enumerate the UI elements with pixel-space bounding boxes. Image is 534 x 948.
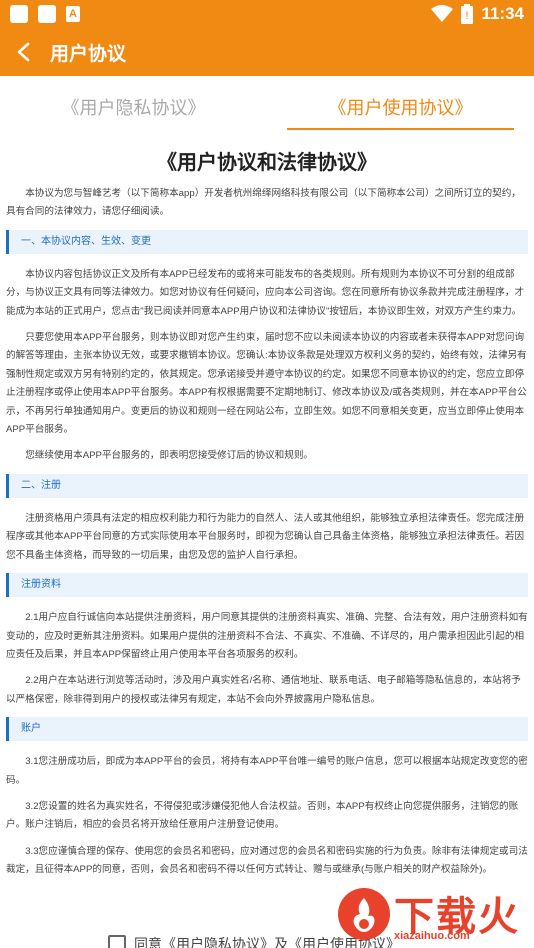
notification-square-icon: [38, 5, 56, 23]
svg-text:!: !: [466, 10, 469, 22]
watermark-logo-icon: [338, 888, 390, 940]
back-button[interactable]: [0, 28, 48, 76]
battery-icon: !: [461, 4, 474, 24]
paragraph: 3.2您设置的姓名为真实姓名，不得侵犯或涉嫌侵犯他人合法权益。否则，本APP有权…: [6, 800, 519, 831]
page-title: 用户协议: [50, 43, 127, 65]
intro-paragraph: 本协议为您与智峰艺考（以下简称本app）开发者杭州绵绎网络科技有限公司（以下简称…: [6, 188, 521, 218]
section-heading: 二、注册: [6, 473, 528, 498]
agreement-content[interactable]: 《用户协议和法律协议》 本协议为您与智峰艺考（以下简称本app）开发者杭州绵绎网…: [0, 130, 534, 948]
paragraph: 只要您使用本APP平台服务，则本协议即对您产生约束，届时您不应以未阅读本协议的内…: [6, 332, 527, 436]
section-heading: 注册资料: [6, 573, 528, 598]
tab-privacy-agreement[interactable]: 《用户隐私协议》: [0, 76, 267, 130]
paragraph: 本协议内容包括协议正文及所有本APP已经发布的或将来可能发布的各类规则。所有规则…: [6, 268, 525, 317]
tab-bar: 《用户隐私协议》 《用户使用协议》: [0, 76, 534, 130]
paragraph: 3.1您注册成功后，即成为本APP平台的会员，将持有本APP平台唯一编号的账户信…: [6, 756, 528, 786]
watermark-url: xiazaihuo.com: [394, 930, 470, 942]
section-heading: 一、本协议内容、生效、变更: [6, 229, 528, 254]
tab-usage-agreement[interactable]: 《用户使用协议》: [267, 76, 534, 130]
paragraph: 2.1用户应自行诚信向本站提供注册资料，用户同意其提供的注册资料真实、准确、完整…: [6, 612, 528, 660]
notification-square-icon: [10, 5, 28, 23]
status-time: 11:34: [481, 4, 524, 23]
wifi-icon: [431, 5, 454, 22]
paragraph: 注册资格用户须具有法定的相应权利能力和行为能力的自然人、法人或其他组织，能够独立…: [6, 512, 525, 561]
arrow-left-icon: [17, 42, 30, 62]
font-app-icon: A: [66, 6, 80, 22]
agreement-checkbox[interactable]: [108, 935, 126, 948]
document-title: 《用户协议和法律协议》: [157, 152, 377, 174]
app-bar: 用户协议: [0, 28, 534, 76]
section-heading: 账户: [6, 717, 528, 742]
watermark: 下载火 xiazaihuo.com: [338, 882, 534, 948]
paragraph: 3.3您应谨慎合理的保存、使用您的会员名和密码，应对通过您的会员名和密码实施的行…: [6, 845, 528, 876]
paragraph: 2.2用户在本站进行浏览等活动时，涉及用户真实姓名/名称、通信地址、联系电话、电…: [6, 675, 521, 705]
paragraph: 您继续使用本APP平台服务的，即表明您接受修订后的协议和规则。: [25, 450, 314, 462]
status-bar: A ! 11:34: [0, 0, 534, 28]
